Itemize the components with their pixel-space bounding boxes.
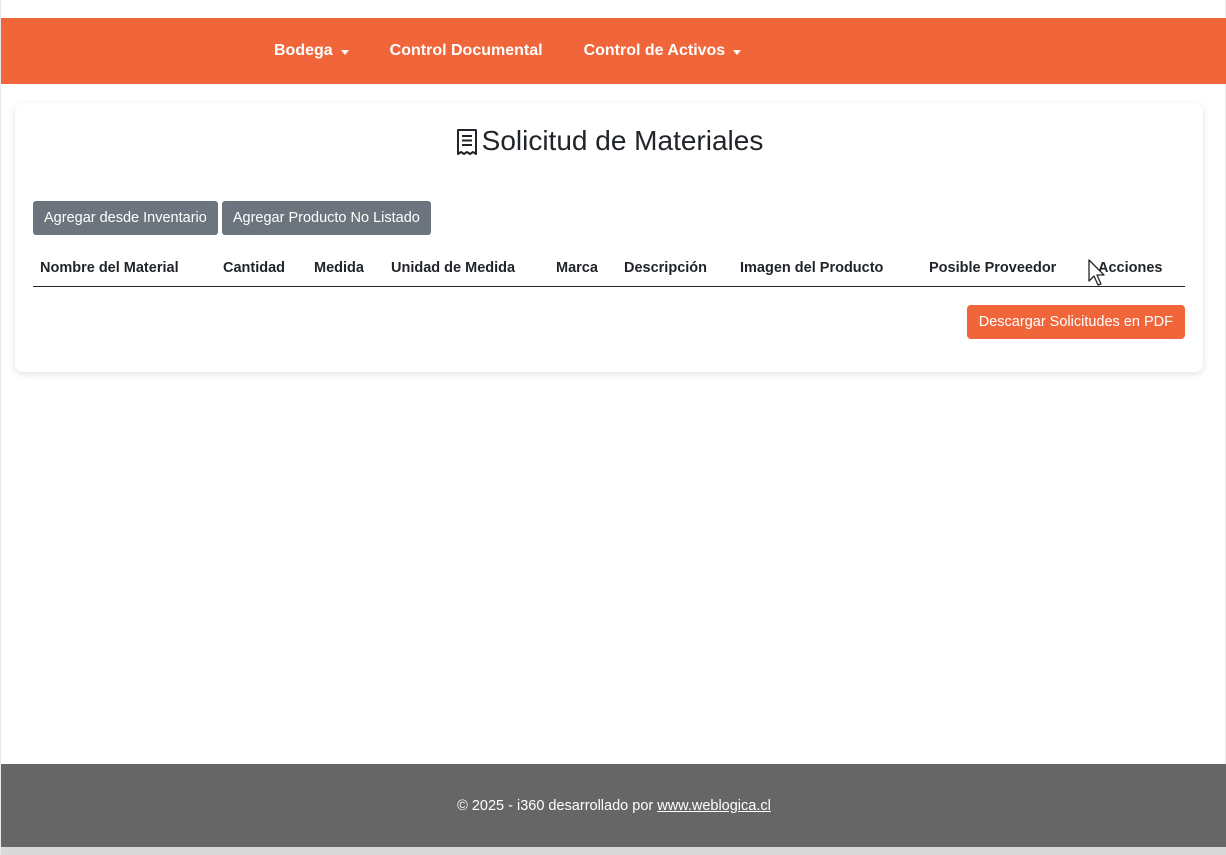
column-header-acciones: Acciones	[1098, 260, 1163, 276]
nav-item-bodega[interactable]: Bodega	[274, 42, 349, 60]
caret-down-icon	[340, 49, 349, 55]
column-header-imagen-producto: Imagen del Producto	[740, 260, 884, 276]
column-header-posible-proveedor: Posible Proveedor	[929, 260, 1057, 276]
mouse-cursor-icon	[1088, 259, 1105, 286]
column-header-marca: Marca	[556, 260, 598, 276]
page-footer: © 2025 - i360 desarrollado por www.weblo…	[1, 764, 1226, 847]
materials-table-header: Nombre del Material Cantidad Medida Unid…	[33, 257, 1185, 287]
add-unlisted-product-button[interactable]: Agregar Producto No Listado	[221, 201, 431, 235]
footer-text: © 2025 - i360 desarrollado por	[457, 797, 654, 814]
content-card: Solicitud de Materiales Agregar desde In…	[15, 103, 1203, 372]
nav-item-label: Control de Activos	[583, 42, 726, 59]
action-buttons: Agregar desde Inventario Agregar Product…	[33, 201, 435, 235]
column-header-medida: Medida	[314, 260, 364, 276]
column-header-cantidad: Cantidad	[223, 260, 286, 276]
nav-item-label: Control Documental	[389, 42, 543, 59]
column-header-nombre-material: Nombre del Material	[40, 260, 179, 276]
top-navbar: Bodega Control Documental Control de Act…	[1, 18, 1226, 84]
column-header-descripcion: Descripción	[624, 260, 707, 276]
nav-item-label: Bodega	[274, 42, 333, 59]
column-header-unidad-medida: Unidad de Medida	[391, 260, 516, 276]
page: Bodega Control Documental Control de Act…	[0, 0, 1226, 855]
page-header: Solicitud de Materiales	[15, 125, 1203, 157]
receipt-icon	[456, 129, 477, 155]
bottom-strip	[1, 847, 1226, 855]
page-title: Solicitud de Materiales	[481, 125, 764, 156]
nav-item-control-documental[interactable]: Control Documental	[390, 42, 543, 60]
add-from-inventory-button[interactable]: Agregar desde Inventario	[33, 201, 218, 235]
nav-item-control-activos[interactable]: Control de Activos	[584, 42, 742, 60]
footer-link[interactable]: www.weblogica.cl	[657, 798, 771, 814]
caret-down-icon	[733, 49, 742, 55]
download-pdf-button[interactable]: Descargar Solicitudes en PDF	[966, 305, 1185, 339]
